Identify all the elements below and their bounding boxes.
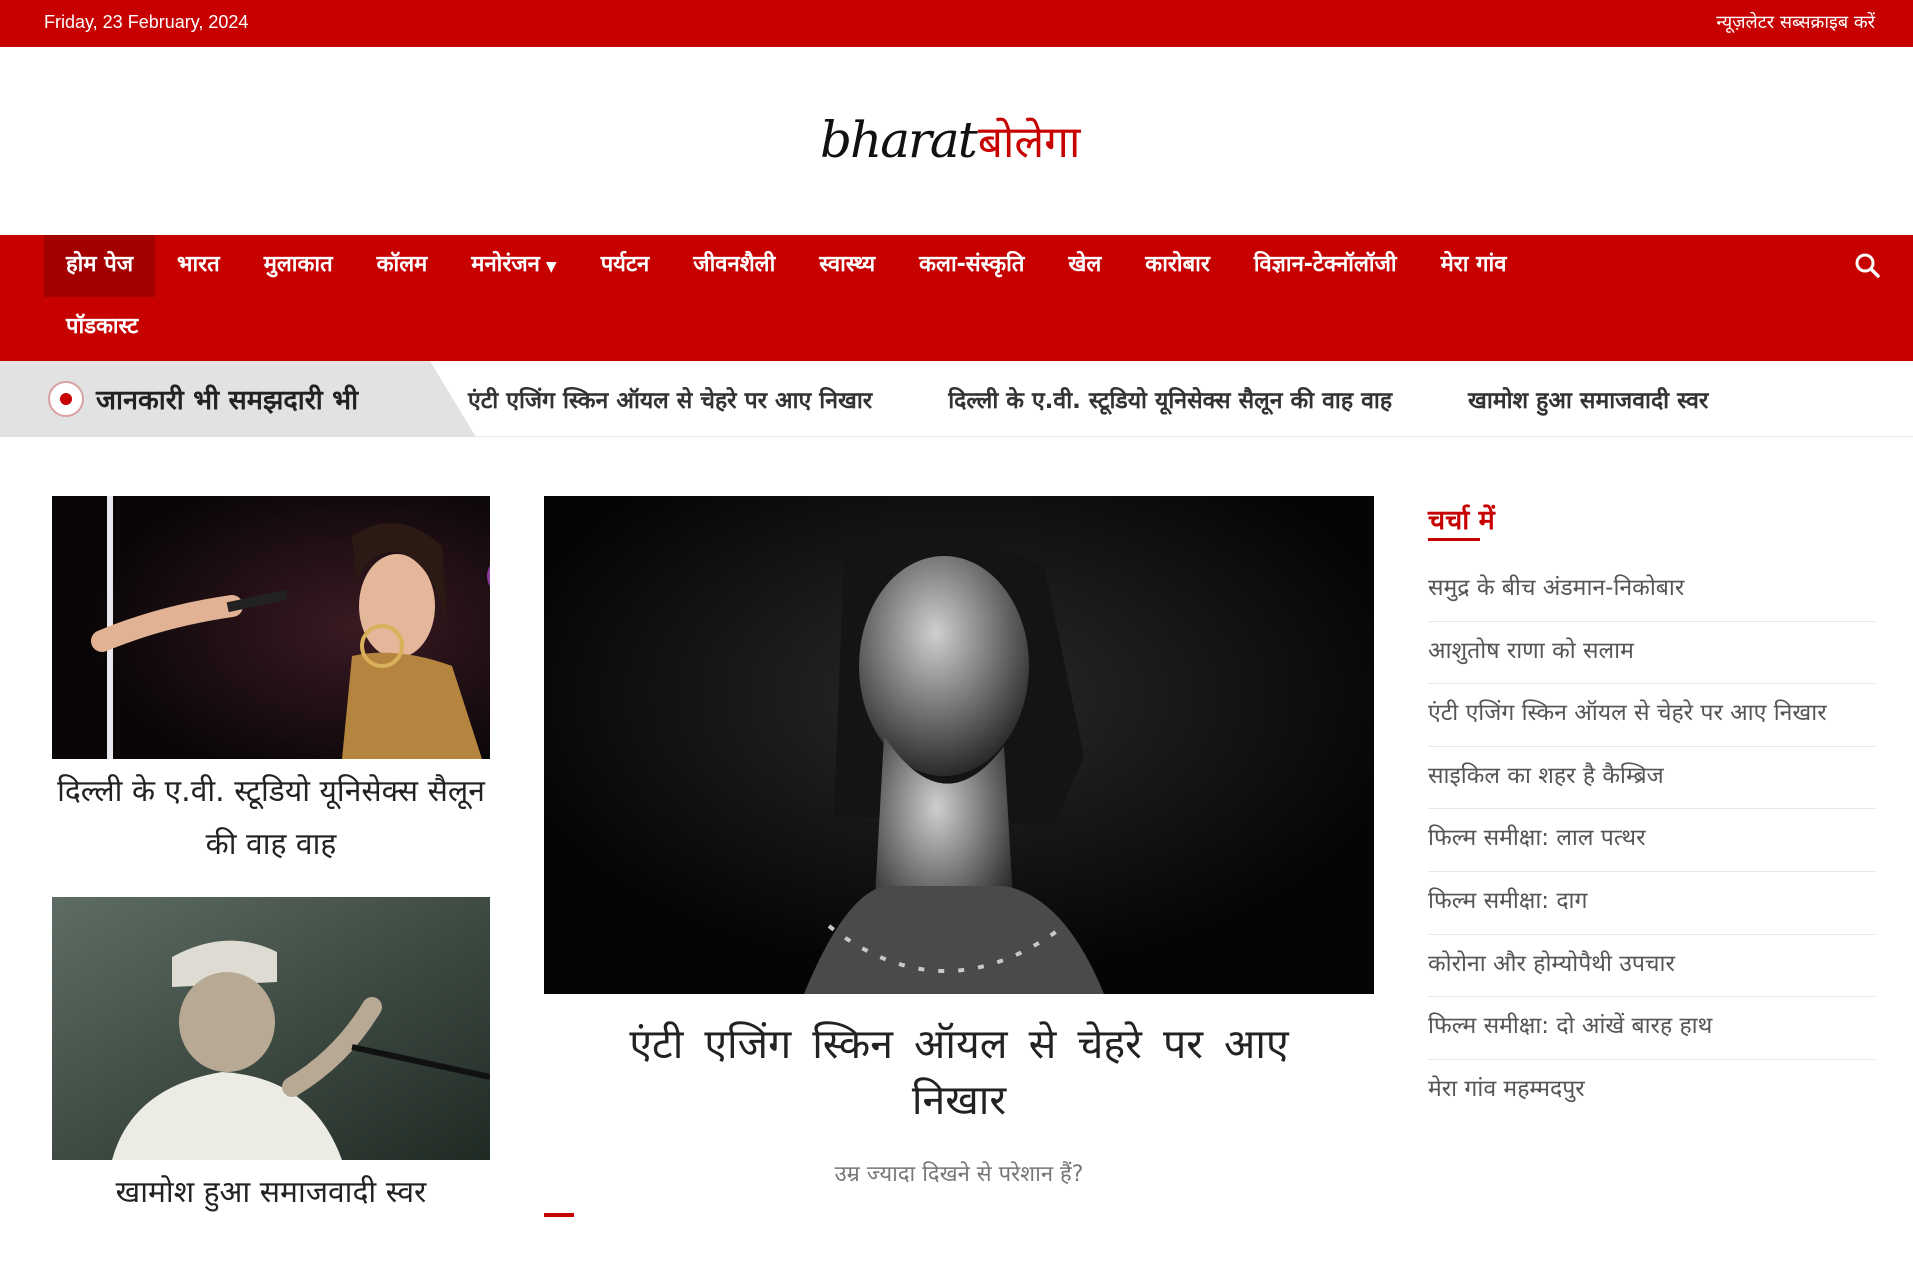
nav-item-podcast[interactable]: पॉडकास्ट (44, 297, 160, 359)
nav-item-mera-gaon[interactable]: मेरा गांव (1419, 235, 1529, 297)
nav-item-column[interactable]: कॉलम (355, 235, 450, 297)
list-item[interactable]: फिल्म समीक्षा: दाग (1428, 872, 1875, 935)
nav-item-label: भारत (177, 252, 220, 277)
nav-item-jeevanshaili[interactable]: जीवनशैली (671, 235, 797, 297)
ticker-label: जानकारी भी समझदारी भी (0, 361, 476, 437)
nav-item-home[interactable]: होम पेज (44, 235, 156, 297)
story-card[interactable]: खामोश हुआ समाजवादी स्वर (52, 897, 490, 1219)
ticker-item[interactable]: दिल्ली के ए.वी. स्टूडियो यूनिसेक्स सैलून… (948, 383, 1392, 415)
salon-photo (52, 496, 490, 759)
nav-item-label: खेल (1068, 252, 1102, 277)
nav-item-label: होम पेज (66, 252, 134, 277)
politician-photo (52, 897, 490, 1160)
nav-item-kala-sanskriti[interactable]: कला-संस्कृति (897, 235, 1046, 297)
list-item[interactable]: फिल्म समीक्षा: लाल पत्थर (1428, 809, 1875, 872)
top-bar: Friday, 23 February, 2024 न्यूज़लेटर सब्… (0, 0, 1913, 47)
current-date: Friday, 23 February, 2024 (44, 12, 249, 32)
nav-item-manoranjan[interactable]: मनोरंजन ▼ (449, 235, 578, 297)
featured-excerpt: उम्र ज्यादा दिखने से परेशान हैं? (834, 1162, 1084, 1187)
newsletter-subscribe-link[interactable]: न्यूज़लेटर सब्सक्राइब करें (1716, 10, 1875, 34)
nav-item-label: मुलाकात (263, 252, 333, 277)
ticker-items: एंटी एजिंग स्किन ऑयल से चेहरे पर आए निखा… (468, 383, 1784, 415)
nav-item-label: मेरा गांव (1440, 252, 1507, 277)
nav-row-2: पॉडकास्ट (44, 297, 160, 359)
live-dot-icon (48, 381, 84, 417)
main-navigation: होम पेज भारत मुलाकात कॉलम मनोरंजन ▼ पर्यट… (0, 235, 1913, 361)
ticker-item[interactable]: खामोश हुआ समाजवादी स्वर (1468, 383, 1708, 415)
nav-item-label: कला-संस्कृति (919, 252, 1025, 277)
nav-item-label: कॉलम (376, 252, 428, 277)
nav-item-label: जीवनशैली (693, 252, 776, 277)
news-ticker: जानकारी भी समझदारी भी एंटी एजिंग स्किन ऑ… (0, 361, 1913, 437)
list-item[interactable]: साइकिल का शहर है कैम्ब्रिज (1428, 747, 1875, 810)
list-item[interactable]: एंटी एजिंग स्किन ऑयल से चेहरे पर आए निखा… (1428, 684, 1875, 747)
ticker-label-text: जानकारी भी समझदारी भी (96, 385, 359, 416)
nav-item-paryatan[interactable]: पर्यटन (579, 235, 672, 297)
nav-item-label: स्वास्थ्य (819, 252, 876, 277)
story-card[interactable]: दिल्ली के ए.वी. स्टूडियो यूनिसेक्स सैलून… (52, 496, 490, 871)
nav-item-karobar[interactable]: कारोबार (1123, 235, 1232, 297)
trending-list: समुद्र के बीच अंडमान-निकोबार आशुतोष राणा… (1428, 559, 1875, 1122)
ticker-item[interactable]: एंटी एजिंग स्किन ऑयल से चेहरे पर आए निखा… (468, 383, 872, 415)
featured-title[interactable]: एंटी एजिंग स्किन ऑयल से चेहरे पर आए निखा… (544, 1016, 1374, 1128)
list-item[interactable]: कोरोना और होम्योपैथी उपचार (1428, 935, 1875, 998)
logo-latin-text: bharat (820, 111, 978, 169)
caret-down-icon: ▼ (545, 259, 557, 275)
nav-item-vigyan-technology[interactable]: विज्ञान-टेक्नॉलॉजी (1232, 235, 1419, 297)
sidebar-heading: चर्चा में (1428, 500, 1875, 544)
list-item[interactable]: मेरा गांव महम्मदपुर (1428, 1060, 1875, 1123)
nav-row-1: होम पेज भारत मुलाकात कॉलम मनोरंजन ▼ पर्यट… (44, 235, 1528, 297)
featured-story: एंटी एजिंग स्किन ऑयल से चेहरे पर आए निखा… (544, 496, 1374, 1217)
search-icon[interactable] (1851, 249, 1885, 283)
story-title[interactable]: खामोश हुआ समाजवादी स्वर (52, 1166, 490, 1219)
accent-divider (544, 1213, 574, 1217)
list-item[interactable]: आशुतोष राणा को सलाम (1428, 622, 1875, 685)
nav-item-bharat[interactable]: भारत (155, 235, 242, 297)
featured-photo[interactable] (544, 496, 1374, 994)
list-item[interactable]: फिल्म समीक्षा: दो आंखें बारह हाथ (1428, 997, 1875, 1060)
list-item[interactable]: समुद्र के बीच अंडमान-निकोबार (1428, 559, 1875, 622)
nav-item-label: पर्यटन (600, 252, 650, 277)
nav-item-swasthya[interactable]: स्वास्थ्य (797, 235, 897, 297)
nav-item-label: पॉडकास्ट (66, 314, 139, 339)
nav-item-mulakat[interactable]: मुलाकात (242, 235, 355, 297)
story-title[interactable]: दिल्ली के ए.वी. स्टूडियो यूनिसेक्स सैलून… (52, 765, 490, 871)
trending-sidebar: चर्चा में समुद्र के बीच अंडमान-निकोबार आ… (1428, 500, 1875, 1122)
nav-item-label: मनोरंजन (471, 252, 540, 277)
nav-item-label: कारोबार (1145, 252, 1210, 277)
logo-devanagari-text: बोलेगा (977, 117, 1081, 168)
site-logo[interactable]: bharat बोलेगा (820, 110, 1080, 170)
nav-item-label: विज्ञान-टेक्नॉलॉजी (1253, 252, 1397, 277)
nav-item-khel[interactable]: खेल (1046, 235, 1123, 297)
